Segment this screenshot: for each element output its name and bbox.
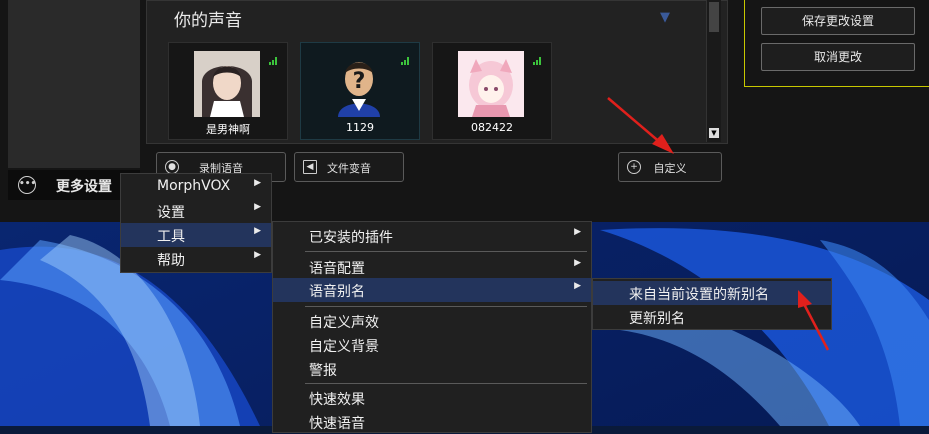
submenu-arrow-icon: ▶ <box>254 202 261 212</box>
menu-item-quick-voice[interactable]: 快速语音 <box>273 410 591 434</box>
submenu-arrow-icon: ▶ <box>574 258 581 268</box>
menu-item-voice-alias[interactable]: 语音别名 ▶ <box>273 278 591 302</box>
menu-separator <box>305 383 587 384</box>
voice-card[interactable]: 082422 <box>432 42 552 140</box>
signal-icon <box>269 57 279 65</box>
submenu-arrow-icon: ▶ <box>254 250 261 260</box>
voice-name: 1129 <box>346 121 374 134</box>
voice-name: 是男神啊 <box>206 123 250 136</box>
voice-card[interactable]: 是男神啊 <box>168 42 288 140</box>
file-voice-button[interactable]: ◀ 文件变音 <box>294 152 404 182</box>
annotation-arrow-icon <box>798 290 830 351</box>
signal-icon <box>401 57 411 65</box>
scroll-thumb[interactable] <box>709 2 719 32</box>
menu-item-quick-effects[interactable]: 快速效果 <box>273 386 591 410</box>
save-settings-button[interactable]: 保存更改设置 <box>761 7 915 35</box>
menu-separator <box>305 251 587 252</box>
tools-submenu: 已安装的插件 ▶ 语音配置 ▶ 语音别名 ▶ 自定义声效 自定义背景 警报 快速… <box>272 221 592 433</box>
more-options-icon: ••• <box>18 176 36 194</box>
left-panel <box>8 0 140 168</box>
menu-item-custom-background[interactable]: 自定义背景 <box>273 333 591 357</box>
voice-card-selected[interactable]: ? 1129 <box>300 42 420 140</box>
menu-item-voice-config[interactable]: 语音配置 ▶ <box>273 255 591 279</box>
context-menu-main: MorphVOX ▶ 设置 ▶ 工具 ▶ 帮助 ▶ <box>120 173 272 273</box>
chevron-down-icon[interactable]: ▼ <box>660 10 670 25</box>
menu-item-morphvox[interactable]: MorphVOX ▶ <box>121 175 271 199</box>
signal-icon <box>533 57 543 65</box>
submenu-arrow-icon: ▶ <box>254 226 261 236</box>
submenu-arrow-icon: ▶ <box>254 178 261 188</box>
svg-text:?: ? <box>353 69 366 94</box>
menu-item-custom-effects[interactable]: 自定义声效 <box>273 309 591 333</box>
voices-title: 你的声音 <box>174 11 242 31</box>
voices-scrollbar[interactable]: ▼ <box>706 0 721 142</box>
voice-name: 082422 <box>471 121 513 134</box>
cancel-changes-button[interactable]: 取消更改 <box>761 43 915 71</box>
voice-avatar-mystery: ? <box>326 51 392 117</box>
menu-item-settings[interactable]: 设置 ▶ <box>121 199 271 223</box>
annotation-arrow-icon <box>607 97 674 154</box>
menu-item-tools[interactable]: 工具 ▶ <box>121 223 271 247</box>
scroll-down-arrow-icon[interactable]: ▼ <box>709 128 719 138</box>
menu-item-alerts[interactable]: 警报 <box>273 357 591 381</box>
submenu-arrow-icon: ▶ <box>574 227 581 237</box>
menu-separator <box>305 306 587 307</box>
submenu-arrow-icon: ▶ <box>574 281 581 291</box>
menu-item-help[interactable]: 帮助 ▶ <box>121 247 271 271</box>
voice-avatar <box>458 51 524 117</box>
settings-panel: 保存更改设置 取消更改 <box>744 0 929 87</box>
voice-avatar <box>194 51 260 117</box>
menu-item-installed-plugins[interactable]: 已安装的插件 ▶ <box>273 224 591 248</box>
